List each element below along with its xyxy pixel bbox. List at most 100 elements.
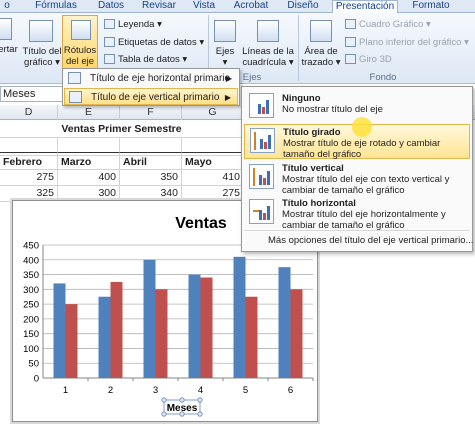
gridlines-icon xyxy=(257,20,279,42)
more-options-link[interactable]: Más opciones del título del eje vertical… xyxy=(268,234,473,247)
name-box[interactable]: Meses xyxy=(0,86,70,102)
tab-revisar[interactable]: Revisar xyxy=(142,0,176,13)
x-tick-label: 3 xyxy=(153,385,158,396)
selection-handle xyxy=(179,397,185,403)
chart-title-label-2: gráfico ▾ xyxy=(24,57,60,68)
no-title-icon xyxy=(249,93,274,118)
x-tick-label: 2 xyxy=(108,385,113,396)
group-divider xyxy=(298,15,299,81)
group-label-fondo: Fondo xyxy=(369,72,397,83)
column-header-d[interactable]: D xyxy=(0,105,58,120)
legend-icon xyxy=(104,19,115,30)
menu-separator xyxy=(244,230,470,231)
option-title: Título girado xyxy=(283,127,341,138)
chart-wall-label: Cuadro Gráfico ▾ xyxy=(359,19,431,30)
selection-handle xyxy=(197,397,203,403)
menu-item-label: Título de eje vertical primario xyxy=(91,92,220,103)
tab-formato[interactable]: Formato xyxy=(407,0,455,13)
axis-titles-menu: Título de eje horizontal primario ▶ Títu… xyxy=(62,68,240,106)
option-description: Mostrar título del eje horizontalmente y… xyxy=(282,209,446,231)
option-title: Ninguno xyxy=(282,93,321,104)
tab-acrobat[interactable]: Acrobat xyxy=(233,0,269,13)
tab-formulas[interactable]: Fórmulas xyxy=(30,0,82,13)
chart-title-label-1: Título del xyxy=(22,46,62,57)
rotation-3d-icon xyxy=(345,54,356,65)
option-titulo-horizontal[interactable]: Título horizontal Mostrar título del eje… xyxy=(244,196,470,231)
axis-titles-label-1: Rótulos xyxy=(63,45,97,56)
y-tick-label: 450 xyxy=(23,241,39,252)
plot-area-label-2: trazado ▾ xyxy=(301,57,341,68)
submenu-arrow-icon: ▶ xyxy=(224,93,231,102)
bar-martillos xyxy=(98,296,111,378)
data-labels-button[interactable]: Etiquetas de datos ▾ xyxy=(104,37,204,49)
x-tick-label: 6 xyxy=(288,385,293,396)
chart-title-button[interactable]: Título del gráfico ▾ xyxy=(21,46,63,68)
axes-button[interactable]: Ejes ▾ xyxy=(211,46,239,68)
axis-titles-button[interactable]: Rótulos del eje ▾ xyxy=(62,15,98,78)
option-ninguno[interactable]: Ninguno No mostrar título del eje xyxy=(244,90,470,120)
insertar-label[interactable]: ertar xyxy=(0,44,18,55)
column-header-f[interactable]: F xyxy=(120,105,182,120)
axes-label-1: Ejes xyxy=(215,46,235,57)
tab-presentacion[interactable]: Presentación xyxy=(332,0,398,14)
y-tick-label: 350 xyxy=(23,270,39,281)
bar-clavos xyxy=(200,277,213,378)
tab-insertar[interactable]: o xyxy=(0,0,16,13)
rotation-3d-button[interactable]: Giro 3D xyxy=(345,54,392,66)
y-tick-label: 200 xyxy=(23,314,39,325)
bar-martillos xyxy=(53,283,66,378)
gridlines-button[interactable]: Líneas de la cuadrícula ▾ xyxy=(240,46,296,68)
vertical-title-icon xyxy=(249,164,274,189)
selection-handle xyxy=(197,411,203,417)
menu-item-vertical-axis-title[interactable]: Título de eje vertical primario ▶ xyxy=(64,88,238,105)
vertical-axis-title-submenu: Ninguno No mostrar título del eje Título… xyxy=(241,86,473,252)
legend-label: Leyenda ▾ xyxy=(118,19,162,30)
horizontal-title-icon xyxy=(249,199,274,224)
bar-clavos xyxy=(155,289,168,378)
chart-floor-label: Plano inferior del gráfico ▾ xyxy=(359,37,469,48)
tab-vista[interactable]: Vista xyxy=(191,0,217,13)
chart-floor-button[interactable]: Plano inferior del gráfico ▾ xyxy=(345,37,469,49)
column-header-e[interactable]: E xyxy=(58,105,120,120)
axes-icon xyxy=(214,20,236,42)
y-tick-label: 400 xyxy=(23,255,39,266)
option-title: Título vertical xyxy=(282,163,344,174)
y-tick-label: 100 xyxy=(23,344,39,355)
vertical-axis-title-icon xyxy=(69,91,82,103)
menu-item-horizontal-axis-title[interactable]: Título de eje horizontal primario ▶ xyxy=(64,70,238,87)
chart-wall-icon xyxy=(345,19,356,30)
chart-floor-icon xyxy=(345,37,356,48)
bar-clavos xyxy=(290,289,303,378)
tab-diseno[interactable]: Diseño xyxy=(286,0,320,13)
x-tick-label: 1 xyxy=(63,385,68,396)
bar-martillos xyxy=(143,259,156,378)
plot-area-button[interactable]: Área de trazado ▾ xyxy=(300,46,342,68)
data-table-icon xyxy=(104,54,115,65)
gridlines-label-2: cuadrícula ▾ xyxy=(242,57,294,68)
data-labels-icon xyxy=(104,37,115,48)
tab-datos[interactable]: Datos xyxy=(96,0,126,13)
x-tick-label: 4 xyxy=(198,385,203,396)
menu-item-label: Título de eje horizontal primario xyxy=(90,73,231,84)
plot-area-icon xyxy=(310,20,332,42)
data-table-button[interactable]: Tabla de datos ▾ xyxy=(104,54,187,66)
option-titulo-vertical[interactable]: Título vertical Mostrar título del eje c… xyxy=(244,161,470,196)
x-axis-title: Meses xyxy=(167,403,198,414)
selection-handle xyxy=(161,411,167,417)
insert-icon xyxy=(0,18,12,40)
y-tick-label: 50 xyxy=(28,359,39,370)
option-title: Título horizontal xyxy=(282,198,356,209)
table-title[interactable]: Ventas Primer Semestre xyxy=(0,120,244,138)
column-header-g[interactable]: G xyxy=(182,105,244,120)
chart-wall-button[interactable]: Cuadro Gráfico ▾ xyxy=(345,19,431,31)
chart-title: Ventas xyxy=(175,215,227,232)
rotation-3d-label: Giro 3D xyxy=(359,54,392,65)
mouse-cursor-highlight xyxy=(352,117,372,137)
bar-martillos xyxy=(188,274,201,378)
selection-handle xyxy=(161,397,167,403)
y-tick-label: 0 xyxy=(34,374,39,385)
legend-button[interactable]: Leyenda ▾ xyxy=(104,19,162,31)
x-tick-label: 5 xyxy=(243,385,248,396)
bar-clavos xyxy=(110,281,123,378)
bar-clavos xyxy=(65,304,78,378)
